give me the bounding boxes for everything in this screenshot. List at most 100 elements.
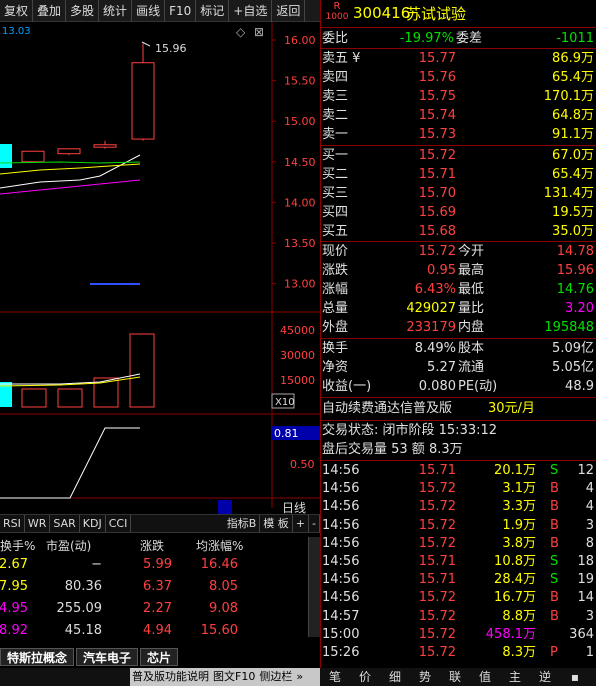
detail-tab-0[interactable]: 笔 [320, 668, 350, 686]
table-header[interactable]: 换手% [0, 537, 35, 554]
indicator-tab-sar[interactable]: SAR [50, 515, 80, 532]
sell-level-price: 15.76 [418, 70, 456, 85]
price-tick-label: 15.50 [284, 75, 316, 88]
stat-value: 15.96 [556, 263, 594, 278]
detail-tab-7[interactable]: 逆 [530, 668, 560, 686]
close-icon[interactable]: ⊠ [254, 25, 264, 39]
promo-price[interactable]: 30元/月 [488, 400, 535, 418]
price-tick-label: 16.00 [284, 34, 316, 47]
trade-status: 交易状态: 闭市阶段 15:33:12 [322, 423, 498, 438]
toolbar-button-8[interactable]: 返回 [272, 0, 306, 22]
toolbar-button-0[interactable]: 复权 [0, 0, 34, 22]
status-bar: 普及版功能说明 图文F10 侧边栏» [130, 668, 320, 686]
indicator-menu-0[interactable]: 指标B [224, 515, 261, 532]
stat2-value: 5.05亿 [552, 360, 594, 375]
period-label[interactable]: 日线 [282, 501, 306, 515]
sector-tab-1[interactable]: 汽车电子 [76, 648, 139, 666]
table-header[interactable]: 均涨幅% [196, 537, 243, 554]
status-item-3[interactable]: » [294, 668, 305, 686]
tick-count: 4 [585, 481, 594, 497]
detail-tab-6[interactable]: 主 [500, 668, 530, 686]
tick-count: 18 [577, 554, 594, 569]
stat2-label: 流通 [458, 360, 485, 375]
volume-unit: X10 [275, 397, 295, 408]
scroll-marker[interactable] [218, 500, 232, 514]
stat-value: 14.76 [556, 282, 594, 297]
table-cell: 15.60 [200, 623, 238, 638]
stat-value: 6.43% [414, 282, 456, 297]
table-header[interactable]: 市盈(动) [46, 537, 91, 554]
table-header[interactable]: 涨跌 [140, 537, 164, 554]
buy-level-label: 买二 [322, 167, 349, 182]
tick-price: 15.71 [418, 572, 456, 588]
table-scrollbar[interactable] [308, 537, 320, 637]
tick-time: 14:56 [322, 463, 360, 478]
buy-level-price: 15.72 [418, 148, 456, 163]
tick-price: 15.72 [418, 608, 456, 624]
tick-volume: 10.8万 [494, 554, 536, 569]
tick-time: 14:56 [322, 535, 360, 551]
sell-level-volume: 65.4万 [552, 70, 594, 85]
sell-level-volume: 170.1万 [543, 89, 594, 104]
status-item-0[interactable]: 普及版功能说明 [130, 668, 211, 686]
sell-level-label: 卖一 [322, 127, 349, 142]
diamond-icon[interactable]: ◇ [236, 25, 246, 39]
indicator-menu-1[interactable]: 模 板 [260, 515, 293, 532]
tick-time: 15:26 [322, 645, 360, 660]
candle-body [131, 62, 155, 140]
stat-label: 总量 [322, 301, 349, 316]
sector-tab-0[interactable]: 特斯拉概念 [0, 648, 75, 666]
status-item-2[interactable]: 侧边栏 [257, 668, 294, 686]
peak-label: 15.96 [155, 42, 187, 55]
stat-label: 最低 [458, 282, 485, 297]
detail-tab-2[interactable]: 细 [380, 668, 410, 686]
table-cell: 2.67 [0, 557, 28, 572]
indicator-menu-2[interactable]: + [293, 515, 310, 532]
tick-price: 15.72 [418, 626, 456, 642]
indicator-tab-kdj[interactable]: KDJ [80, 515, 106, 532]
sector-tab-2[interactable]: 芯片 [140, 648, 179, 666]
detail-tab-3[interactable]: 势 [410, 668, 440, 686]
stat-label: 内盘 [458, 320, 485, 335]
kline-chart[interactable]: 13.03 ◇ ⊠ 16.00 15.50 15.00 14.50 14.00 13.50 13.… [0, 22, 320, 530]
stat-value: 15.72 [418, 244, 456, 259]
level-badge-bottom: 1000 [325, 12, 349, 22]
tick-count: 364 [569, 626, 594, 642]
toolbar-button-1[interactable]: 叠加 [33, 0, 67, 22]
detail-tab-5[interactable]: 值 [470, 668, 500, 686]
tick-volume: 16.7万 [494, 590, 536, 606]
tick-volume: 20.1万 [494, 463, 536, 478]
toolbar-button-2[interactable]: 多股 [66, 0, 100, 22]
promo-text[interactable]: 自动续费通达信普及版 [322, 400, 452, 418]
indicator-tab-wr[interactable]: WR [25, 515, 51, 532]
indicator-menu-3[interactable]: - [309, 515, 320, 532]
toolbar-button-6[interactable]: 标记 [196, 0, 230, 22]
weibi-label: 委比 [322, 31, 349, 46]
quote-title-bar: R 1000 300416 苏试试验 [320, 0, 596, 28]
indicator-line [0, 427, 140, 499]
sell-level-label: 卖三 [322, 89, 349, 104]
detail-tab-8[interactable]: ▪ [560, 668, 590, 686]
indicator-tabs: RSI WR SAR KDJ CCI 指标B 模 板 + - [0, 514, 320, 532]
volume-tick-label: 30000 [280, 349, 315, 362]
buy-level-volume: 19.5万 [552, 205, 594, 220]
tick-side: B [550, 590, 559, 606]
sell-level-label: 卖五 ¥ [322, 51, 361, 66]
stock-name: 苏试试验 [406, 5, 467, 23]
indicator-tab-cci[interactable]: CCI [106, 515, 132, 532]
chart-toolbar: 复权 叠加 多股 统计 画线 F10 标记 +自选 返回 [0, 0, 320, 22]
tick-price: 15.71 [418, 554, 456, 569]
indicator-tab-rsi[interactable]: RSI [0, 515, 25, 532]
status-item-1[interactable]: 图文F10 [211, 668, 257, 686]
price-tick-label: 14.00 [284, 196, 316, 209]
toolbar-button-3[interactable]: 统计 [99, 0, 133, 22]
toolbar-button-4[interactable]: 画线 [132, 0, 166, 22]
buy-level-price: 15.69 [418, 205, 456, 220]
tick-side: B [550, 499, 559, 515]
detail-tab-1[interactable]: 价 [350, 668, 380, 686]
tick-volume: 3.3万 [502, 499, 536, 515]
toolbar-button-5[interactable]: F10 [165, 0, 197, 22]
weibi-divider [320, 48, 596, 49]
detail-tab-4[interactable]: 联 [440, 668, 470, 686]
toolbar-button-7[interactable]: +自选 [229, 0, 273, 22]
